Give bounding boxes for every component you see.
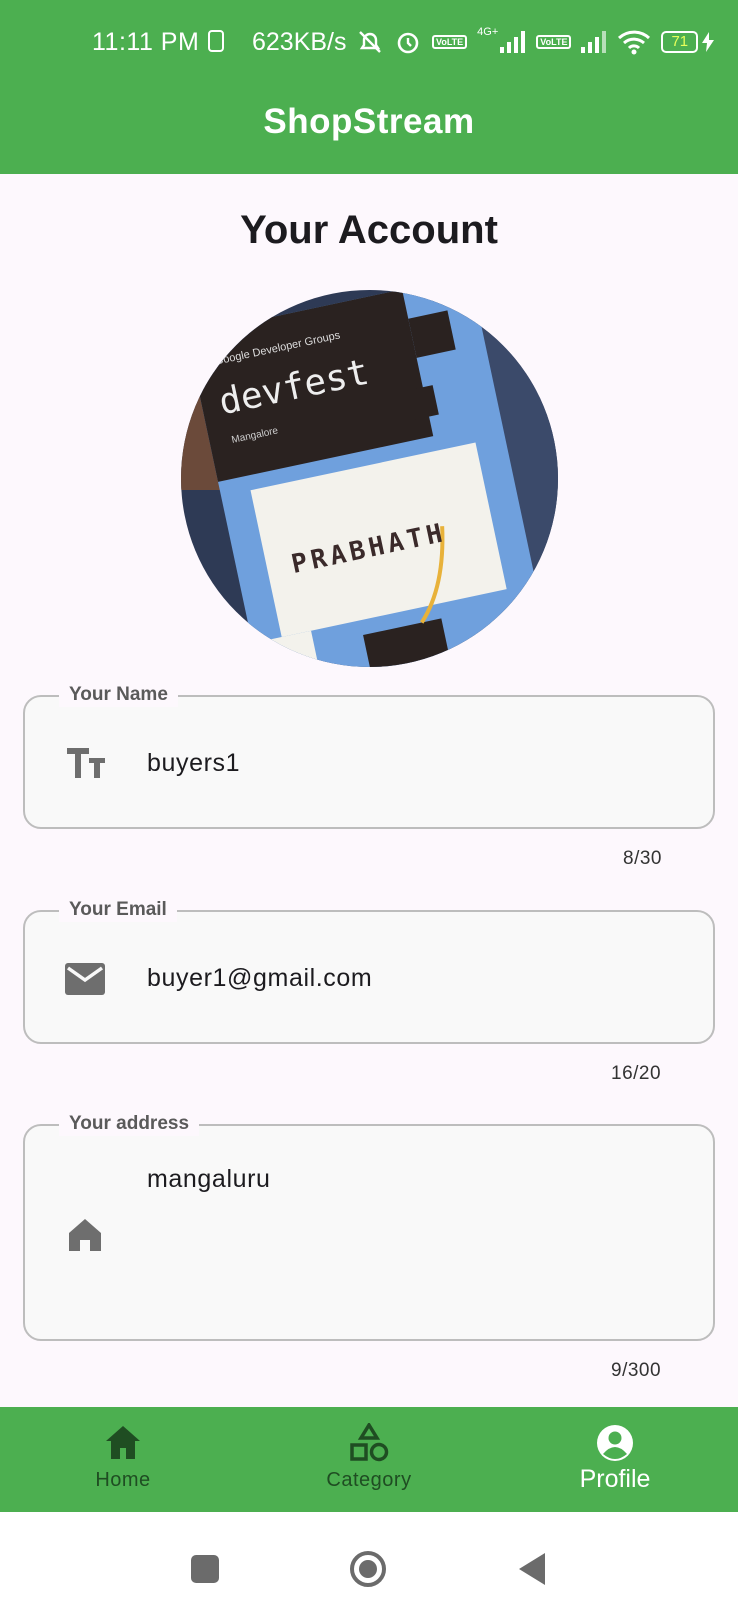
status-icons: VoLTE 4G+ VoLTE 71 — [356, 26, 715, 58]
nav-label-category: Category — [326, 1469, 412, 1491]
nav-item-category[interactable]: Category — [246, 1407, 492, 1512]
home-icon — [69, 1219, 101, 1251]
signal-icon — [500, 31, 526, 53]
recents-button[interactable] — [190, 1554, 220, 1584]
account-circle-icon — [597, 1425, 633, 1461]
name-counter: 8/30 — [623, 848, 662, 869]
wifi-icon — [618, 30, 651, 55]
page-title: Your Account — [240, 208, 498, 252]
status-bar: 11:11 PM 623KB/s VoLTE 4G+ VoLTE 71 — [0, 0, 738, 86]
net-speed: 623KB/s — [252, 28, 347, 56]
charging-icon — [702, 32, 715, 52]
status-time: 11:11 PM — [92, 28, 200, 56]
email-icon — [65, 963, 105, 995]
mute-bell-icon — [359, 31, 381, 53]
home-icon — [106, 1426, 140, 1459]
name-field[interactable]: Your Name buyers1 — [23, 683, 715, 829]
app-title: ShopStream — [263, 102, 475, 141]
battery-icon: 71 — [661, 31, 715, 53]
email-field[interactable]: Your Email buyer1@gmail.com — [23, 898, 715, 1044]
address-field-label: Your address — [59, 1112, 200, 1136]
category-icon — [350, 1423, 389, 1462]
signal-icon-2 — [581, 31, 607, 53]
name-field-label: Your Name — [59, 683, 178, 707]
system-nav-bar — [0, 1512, 738, 1600]
nav-label-home: Home — [95, 1469, 151, 1491]
nav-item-profile[interactable]: Profile — [492, 1407, 738, 1512]
app-bar: ShopStream — [0, 86, 738, 174]
volte-icon: VoLTE — [432, 35, 468, 49]
address-input[interactable]: mangaluru — [147, 1165, 271, 1194]
avatar-photo: Google Developer Groups devfest Mangalor… — [181, 290, 558, 667]
nav-label-profile: Profile — [579, 1465, 651, 1493]
email-counter: 16/20 — [611, 1063, 662, 1084]
nav-item-home[interactable]: Home — [0, 1407, 246, 1512]
text-fields-icon — [67, 748, 105, 778]
volte-icon-2: VoLTE — [536, 35, 572, 49]
sim-icon — [208, 30, 224, 52]
network-type: 4G+ — [477, 26, 499, 38]
bottom-nav: Home Category Profile — [0, 1407, 738, 1512]
email-field-label: Your Email — [59, 898, 177, 922]
home-button[interactable] — [349, 1550, 387, 1588]
email-input[interactable]: buyer1@gmail.com — [147, 964, 372, 993]
alarm-icon — [397, 32, 419, 54]
address-counter: 9/300 — [611, 1360, 662, 1381]
avatar[interactable]: Google Developer Groups devfest Mangalor… — [181, 290, 558, 667]
name-input[interactable]: buyers1 — [147, 749, 240, 778]
address-field[interactable]: Your address mangaluru — [23, 1112, 715, 1341]
battery-level: 71 — [661, 31, 699, 53]
back-button[interactable] — [518, 1552, 546, 1586]
